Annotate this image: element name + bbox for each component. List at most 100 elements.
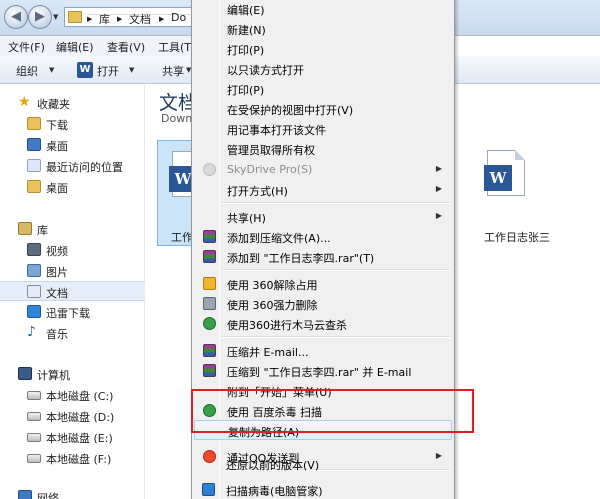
nav-recent-places[interactable]: 最近访问的位置 (0, 156, 145, 176)
chevron-down-icon: ▼ (49, 66, 55, 74)
shield-icon (202, 483, 215, 496)
hard-disk-icon (27, 454, 41, 463)
nav-label: 本地磁盘 (E:) (46, 432, 113, 445)
menu-view[interactable]: 查看(V) (107, 39, 145, 55)
document-library-icon (27, 285, 41, 298)
nav-documents[interactable]: 文档 (0, 281, 145, 301)
nav-favorites[interactable]: ★ 收藏夹 (0, 93, 145, 113)
nav-drive-d[interactable]: 本地磁盘 (D:) (0, 406, 145, 426)
nav-label: 计算机 (37, 369, 70, 382)
menu-item-360-unlock[interactable]: 使用 360解除占用 (194, 274, 452, 294)
nav-label: 视频 (46, 245, 68, 258)
menu-item-360-trojan-scan[interactable]: 使用360进行木马云查杀 (194, 314, 452, 334)
share-button[interactable]: 共享 (162, 63, 184, 79)
star-icon: ★ (18, 94, 31, 110)
menu-item-scan-virus-pcmgr[interactable]: 扫描病毒(电脑管家) (193, 480, 451, 499)
nav-label: 音乐 (46, 328, 68, 341)
picture-library-icon (27, 264, 41, 277)
nav-thunder-downloads[interactable]: 迅雷下载 (0, 302, 145, 322)
menu-item-open-readonly[interactable]: 以只读方式打开 (194, 59, 452, 79)
menu-edit[interactable]: 编辑(E) (56, 39, 94, 55)
menu-item-label: 新建(N) (227, 24, 266, 37)
nav-music[interactable]: ♪ 音乐 (0, 323, 145, 343)
nav-drive-c[interactable]: 本地磁盘 (C:) (0, 385, 145, 405)
nav-label: 库 (37, 224, 48, 237)
menu-item-share[interactable]: 共享(H) ▶ (194, 207, 452, 227)
nav-network[interactable]: 网络 (0, 487, 145, 499)
word-w-glyph: W (484, 165, 512, 191)
menu-item-label: 扫描病毒(电脑管家) (226, 485, 323, 498)
folder-icon (68, 11, 82, 23)
nav-drive-f[interactable]: 本地磁盘 (F:) (0, 448, 145, 468)
hard-disk-icon (27, 433, 41, 442)
nav-drive-e[interactable]: 本地磁盘 (E:) (0, 427, 145, 447)
menu-item-360-force-delete[interactable]: 使用 360强力删除 (194, 294, 452, 314)
network-icon (18, 490, 32, 499)
menu-item-label: SkyDrive Pro(S) (227, 163, 313, 176)
shredder-icon (203, 297, 216, 310)
back-arrow-icon: ◀ (11, 9, 21, 24)
nav-videos[interactable]: 视频 (0, 240, 145, 260)
page-fold (515, 150, 525, 160)
forward-arrow-icon: ▶ (35, 9, 45, 24)
forward-button[interactable]: ▶ (28, 5, 52, 29)
address-box[interactable]: ▶ 库 ▶ 文档 ▶ Do (64, 7, 387, 27)
navigation-pane: ★ 收藏夹 下载 桌面 最近访问的位置 桌面 库 视频 图片 文档 迅雷下载 ♪… (0, 85, 145, 499)
back-button[interactable]: ◀ (4, 5, 28, 29)
menu-item-open-with[interactable]: 打开方式(H) ▶ (194, 180, 452, 200)
menu-item-label: 添加到压缩文件(A)... (227, 232, 331, 245)
nav-label: 文档 (46, 287, 68, 300)
breadcrumb-documents[interactable]: 文档 (129, 11, 151, 27)
recent-places-icon (27, 159, 41, 172)
winrar-icon (203, 230, 216, 243)
winrar-icon (203, 344, 216, 357)
menu-item-edit[interactable]: 编辑(E) (194, 0, 452, 19)
menu-separator (222, 336, 450, 338)
menu-item-new[interactable]: 新建(N) (194, 19, 452, 39)
breadcrumb-downloads[interactable]: Do (171, 11, 186, 24)
nav-computer[interactable]: 计算机 (0, 364, 145, 384)
file-name: 工作 (171, 231, 193, 244)
nav-desktop-folder[interactable]: 桌面 (0, 177, 145, 197)
menu-item-label: 还原以前的版本(V) (226, 459, 320, 472)
menu-item-compress-email[interactable]: 压缩并 E-mail... (194, 341, 452, 361)
menu-item-print[interactable]: 打印(P) (194, 39, 452, 59)
open-button[interactable]: 打开 (97, 63, 119, 79)
winrar-icon (203, 250, 216, 263)
menu-item-label: 使用 360解除占用 (227, 279, 318, 292)
nav-desktop[interactable]: 桌面 (0, 135, 145, 155)
menu-item-compress-rar-email[interactable]: 压缩到 "工作日志李四.rar" 并 E-mail (194, 361, 452, 381)
word-document-icon: W (484, 150, 525, 196)
menu-item-add-to-rar[interactable]: 添加到 "工作日志李四.rar"(T) (194, 247, 452, 267)
winrar-icon (203, 364, 216, 377)
nav-label: 网络 (37, 492, 59, 499)
menu-item-label: 用记事本打开该文件 (227, 124, 326, 137)
submenu-arrow-icon: ▶ (435, 184, 442, 193)
menu-tools[interactable]: 工具(T) (158, 39, 195, 55)
menu-separator (222, 269, 450, 271)
nav-downloads[interactable]: 下载 (0, 114, 145, 134)
menu-file[interactable]: 文件(F) (8, 39, 45, 55)
menu-item-open-protected[interactable]: 在受保护的视图中打开(V) (194, 99, 452, 119)
menu-item-restore-previous[interactable]: 还原以前的版本(V) (193, 454, 451, 474)
menu-item-add-to-archive[interactable]: 添加到压缩文件(A)... (194, 227, 452, 247)
nav-label: 下载 (46, 119, 68, 132)
nav-label: 最近访问的位置 (46, 161, 123, 174)
nav-libraries[interactable]: 库 (0, 219, 145, 239)
nav-pictures[interactable]: 图片 (0, 261, 145, 281)
menu-item-open-notepad[interactable]: 用记事本打开该文件 (194, 119, 452, 139)
360-unlock-icon (203, 277, 216, 290)
menu-item-label: 编辑(E) (227, 4, 265, 17)
organize-button[interactable]: 组织 (16, 63, 38, 79)
history-dropdown-icon[interactable]: ▼ (53, 13, 58, 21)
menu-item-label: 共享(H) (227, 212, 266, 225)
nav-label: 桌面 (46, 140, 68, 153)
highlight-annotation-box (191, 389, 474, 433)
menu-item-take-ownership[interactable]: 管理员取得所有权 (194, 139, 452, 159)
menu-item-print-2[interactable]: 打印(P) (194, 79, 452, 99)
breadcrumb-libraries[interactable]: 库 (99, 11, 110, 27)
file-item[interactable]: W (484, 150, 527, 202)
menu-item-skydrive-pro[interactable]: SkyDrive Pro(S) ▶ (194, 160, 452, 180)
nav-label: 桌面 (46, 182, 68, 195)
menu-item-label: 打印(P) (227, 44, 265, 57)
